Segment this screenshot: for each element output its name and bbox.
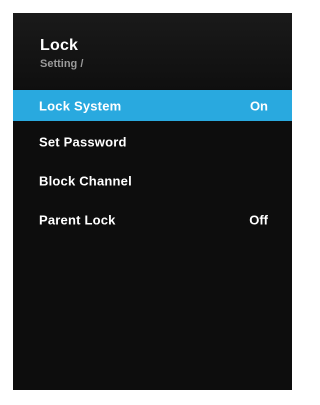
lock-menu: Lock System On Set Password Block Channe… (13, 90, 292, 238)
menu-item-label: Block Channel (39, 173, 132, 189)
menu-item-value: On (249, 98, 268, 113)
page-title: Lock (40, 37, 79, 54)
lock-settings-panel: Lock Setting / Lock System On Set Passwo… (13, 13, 292, 390)
menu-item-set-password[interactable]: Set Password (13, 124, 292, 160)
breadcrumb: Setting / (40, 58, 84, 70)
menu-item-lock-system[interactable]: Lock System On (13, 90, 292, 121)
menu-item-parent-lock[interactable]: Parent Lock Off (13, 202, 292, 238)
menu-item-value: Off (249, 212, 268, 228)
panel-header: Lock Setting / (13, 13, 292, 89)
menu-item-label: Parent Lock (39, 212, 116, 228)
menu-item-label: Set Password (39, 134, 127, 150)
menu-item-label: Lock System (39, 98, 122, 113)
menu-item-block-channel[interactable]: Block Channel (13, 160, 292, 202)
